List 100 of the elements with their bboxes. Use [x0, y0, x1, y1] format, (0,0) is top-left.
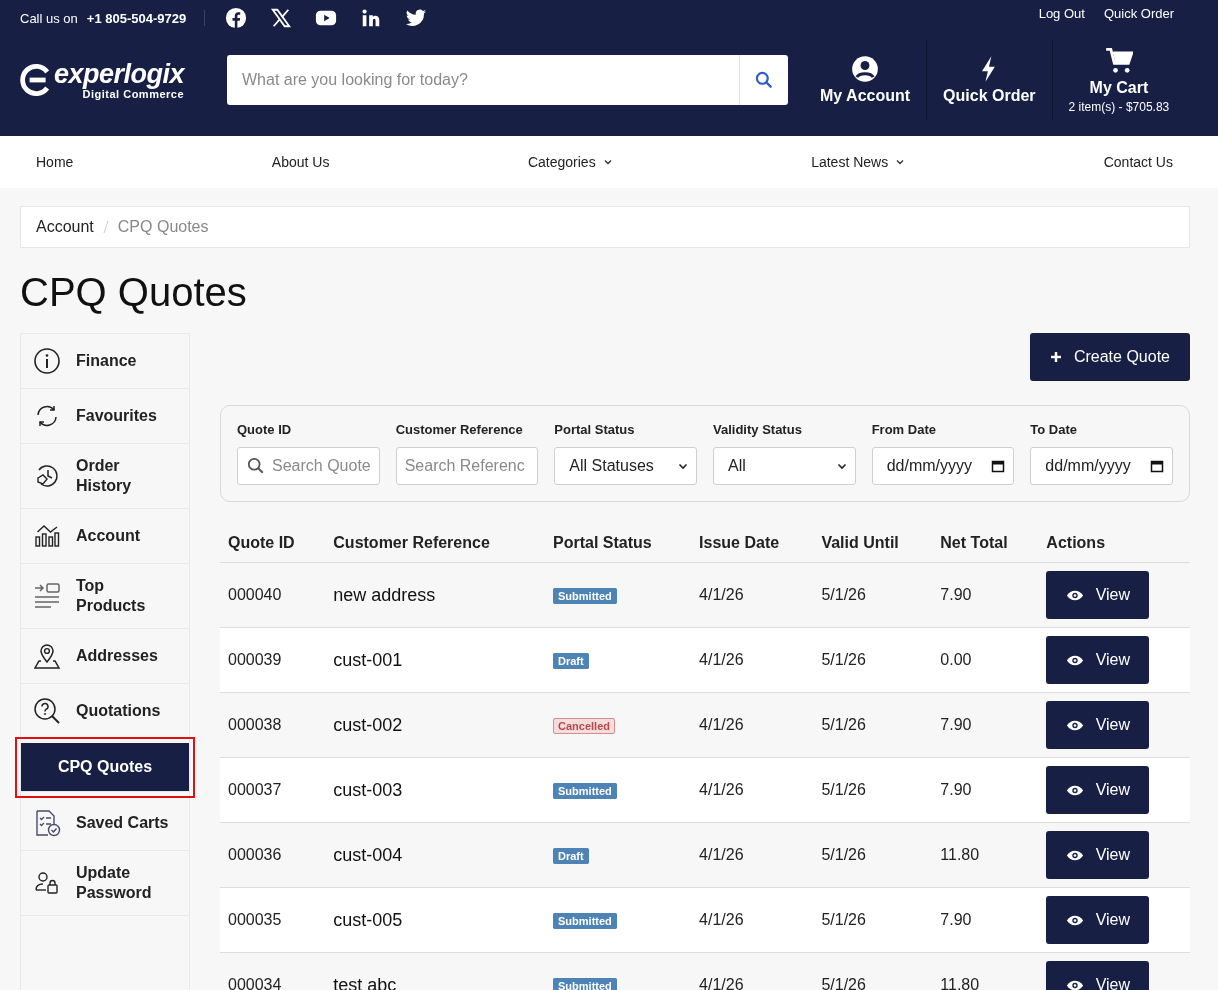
table-cell: 4/1/26: [699, 976, 744, 990]
cart-icon[interactable]: [1104, 46, 1133, 75]
header-action-link[interactable]: My Cart: [1089, 78, 1149, 97]
nav-link[interactable]: Categories: [527, 154, 613, 170]
sidebar-item[interactable]: Favourites: [21, 389, 189, 444]
sidebar-item[interactable]: Account: [21, 509, 189, 564]
user-lock-icon: [33, 869, 61, 897]
brand-logo[interactable]: experlogix Digital Commerce: [20, 60, 227, 100]
bird-icon[interactable]: [405, 7, 428, 29]
chevron-down-icon: [602, 157, 613, 167]
eye-icon: [1065, 653, 1084, 667]
eye-icon: [1065, 978, 1084, 990]
search-field[interactable]: Search Quote: [237, 447, 380, 485]
view-button[interactable]: View: [1046, 636, 1150, 684]
date-field[interactable]: dd/mm/yyyy: [1030, 447, 1173, 485]
create-quote-button[interactable]: Create Quote: [1029, 333, 1190, 381]
table-cell: 0.00: [940, 651, 972, 668]
view-button[interactable]: View: [1046, 766, 1150, 814]
info-icon: [33, 347, 61, 375]
table-cell: 000034: [228, 976, 282, 990]
nav-link[interactable]: Contact Us: [1103, 154, 1173, 170]
sidebar-item[interactable]: Update Password: [21, 851, 189, 916]
dropdown-field[interactable]: All: [713, 447, 856, 485]
breadcrumb-link[interactable]: Account: [36, 218, 94, 236]
list-icon: [33, 582, 61, 610]
table-cell: 7.90: [940, 781, 972, 798]
filter-label: Customer Reference: [395, 422, 524, 437]
table-cell: 4/1/26: [699, 716, 744, 733]
map-pin-icon: [33, 642, 61, 670]
top-link[interactable]: Log Out: [1038, 6, 1085, 21]
header-action-link[interactable]: My Account: [820, 87, 911, 105]
column-header: Portal Status: [553, 534, 652, 551]
filter-label: To Date: [1030, 422, 1079, 437]
table-cell: 000035: [228, 911, 282, 928]
table-cell: 000040: [228, 586, 282, 603]
sidebar-item[interactable]: Addresses: [21, 629, 189, 684]
column-header: Quote ID: [228, 534, 295, 551]
filter-label: Validity Status: [713, 422, 803, 437]
sidebar-item[interactable]: Finance: [21, 334, 189, 389]
column-header: Valid Until: [821, 534, 899, 551]
phone-number[interactable]: +1 805-504-9729: [86, 10, 187, 26]
sidebar-item[interactable]: Top Products: [21, 564, 189, 629]
x-logo-icon[interactable]: [270, 7, 293, 29]
input-field[interactable]: Search Referenc: [395, 447, 539, 485]
table-cell: 4/1/26: [699, 911, 744, 928]
view-button[interactable]: View: [1046, 831, 1150, 879]
table-cell: 4/1/26: [699, 846, 744, 863]
eye-icon: [1065, 913, 1084, 927]
page-title: CPQ Quotes: [20, 270, 248, 315]
calendar-icon: [1150, 459, 1164, 473]
table-cell: cust-005: [333, 909, 403, 930]
slash-separator-icon: [102, 220, 109, 234]
table-cell: 7.90: [940, 716, 972, 733]
status-badge: Submitted: [553, 783, 617, 799]
search-button[interactable]: [739, 55, 788, 105]
eye-icon: [1065, 588, 1084, 602]
table-cell: 4/1/26: [699, 781, 744, 798]
dropdown-field[interactable]: All Statuses: [554, 447, 697, 485]
user-icon[interactable]: [851, 55, 880, 83]
view-button[interactable]: View: [1046, 961, 1150, 990]
view-button[interactable]: View: [1046, 571, 1150, 619]
column-header: Customer Reference: [333, 534, 490, 551]
filter-label: Portal Status: [554, 422, 636, 437]
search-field[interactable]: What are you looking for today?: [227, 55, 739, 105]
nav-link[interactable]: Latest News: [811, 154, 906, 170]
sidebar-item[interactable]: Saved Carts: [21, 796, 189, 851]
table-cell: 5/1/26: [821, 911, 866, 928]
nav-link[interactable]: About Us: [271, 154, 330, 170]
plus-icon: [1049, 351, 1062, 363]
status-badge: Submitted: [553, 913, 617, 929]
document-check-icon: [33, 809, 61, 837]
date-field[interactable]: dd/mm/yyyy: [871, 447, 1015, 485]
table-cell: cust-004: [333, 844, 403, 865]
nav-link[interactable]: Home: [36, 154, 74, 170]
search-icon: [247, 457, 265, 475]
top-link[interactable]: Quick Order: [1103, 6, 1174, 21]
table-cell: 5/1/26: [821, 586, 866, 603]
table-cell: cust-003: [333, 779, 403, 800]
table-cell: 5/1/26: [821, 781, 866, 798]
search-question-icon: [33, 697, 61, 725]
table-cell: 7.90: [940, 586, 972, 603]
column-header: Net Total: [940, 534, 1008, 551]
header-action-link[interactable]: Quick Order: [943, 87, 1036, 105]
table-cell: test abc: [333, 974, 397, 990]
table-cell: 000038: [228, 716, 282, 733]
table-cell: new address: [333, 584, 436, 605]
table-cell: 5/1/26: [821, 716, 866, 733]
chevron-down-icon: [895, 157, 906, 167]
calendar-icon: [991, 459, 1006, 473]
table-cell: cust-002: [333, 714, 403, 735]
sidebar-item[interactable]: Order History: [21, 444, 189, 509]
status-badge: Cancelled: [553, 718, 615, 734]
breadcrumb-current: CPQ Quotes: [117, 218, 209, 236]
caret-icon: [836, 461, 847, 471]
table-cell: 5/1/26: [821, 651, 866, 668]
facebook-icon[interactable]: [225, 7, 248, 29]
view-button[interactable]: View: [1046, 896, 1150, 944]
view-button[interactable]: View: [1046, 701, 1150, 749]
table-cell: 5/1/26: [821, 846, 866, 863]
call-label: Call us on: [20, 10, 78, 26]
